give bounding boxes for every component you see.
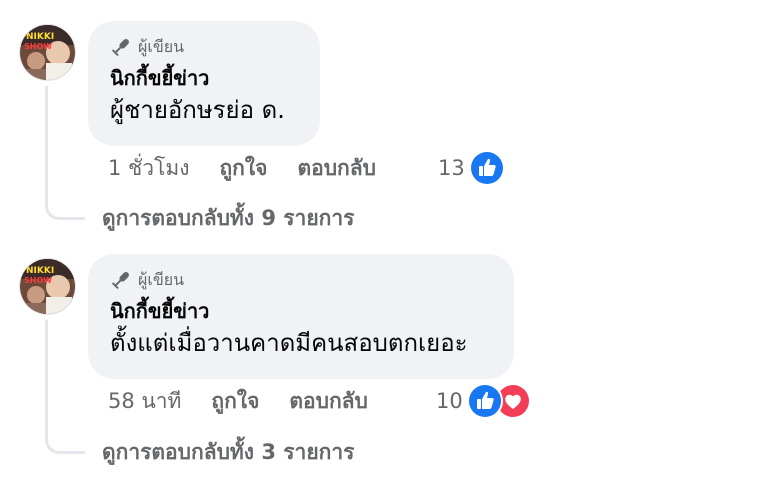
svg-text:SHOW: SHOW: [24, 42, 52, 51]
svg-text:SHOW: SHOW: [24, 276, 52, 285]
svg-text:NIKKI: NIKKI: [26, 266, 54, 276]
like-button[interactable]: ถูกใจ: [211, 385, 259, 418]
avatar-image: NIKKI SHOW: [20, 259, 75, 314]
reaction-count: 13: [438, 156, 465, 180]
comment-bubble: ผู้เขียน นิกกี้ขยี้ข่าว ตั้งแต่เมื่อวานค…: [88, 254, 514, 379]
like-reaction-icon: [466, 383, 503, 419]
svg-text:NIKKI: NIKKI: [26, 32, 54, 42]
avatar[interactable]: NIKKI SHOW: [19, 258, 76, 315]
comment-author[interactable]: นิกกี้ขยี้ข่าว: [110, 296, 492, 326]
reply-button[interactable]: ตอบกลับ: [297, 152, 376, 185]
comment-author[interactable]: นิกกี้ขยี้ข่าว: [110, 63, 298, 93]
reply-button[interactable]: ตอบกลับ: [289, 385, 368, 418]
author-badge-label: ผู้เขียน: [138, 36, 185, 56]
view-replies-link[interactable]: ดูการตอบกลับทั้ง 9 รายการ: [102, 200, 354, 236]
comment-actions: 1 ชั่วโมง ถูกใจ ตอบกลับ: [108, 150, 376, 186]
like-button[interactable]: ถูกใจ: [219, 152, 267, 185]
avatar[interactable]: NIKKI SHOW: [19, 24, 76, 81]
reply-thread-line: [45, 86, 85, 220]
reaction-summary[interactable]: 10: [436, 383, 531, 419]
avatar-image: NIKKI SHOW: [20, 25, 75, 80]
comment-bubble: ผู้เขียน นิกกี้ขยี้ข่าว ผู้ชายอักษรย่อ ด…: [88, 21, 320, 146]
reaction-summary[interactable]: 13: [438, 150, 505, 186]
view-replies-link[interactable]: ดูการตอบกลับทั้ง 3 รายการ: [102, 434, 354, 470]
reply-thread-line: [45, 320, 85, 454]
like-reaction-icon: [468, 150, 505, 186]
microphone-icon: [110, 36, 132, 58]
comment-text: ตั้งแต่เมื่อวานคาดมีคนสอบตกเยอะ: [110, 329, 468, 357]
author-badge: ผู้เขียน: [110, 268, 492, 292]
reaction-count: 10: [436, 389, 463, 413]
author-badge: ผู้เขียน: [110, 35, 298, 59]
comment-timestamp[interactable]: 1 ชั่วโมง: [108, 152, 189, 185]
comment-text: ผู้ชายอักษรย่อ ด.: [110, 96, 285, 124]
author-badge-label: ผู้เขียน: [138, 269, 185, 289]
comment-timestamp[interactable]: 58 นาที: [108, 385, 181, 418]
comment-actions: 58 นาที ถูกใจ ตอบกลับ: [108, 383, 368, 419]
microphone-icon: [110, 269, 132, 291]
